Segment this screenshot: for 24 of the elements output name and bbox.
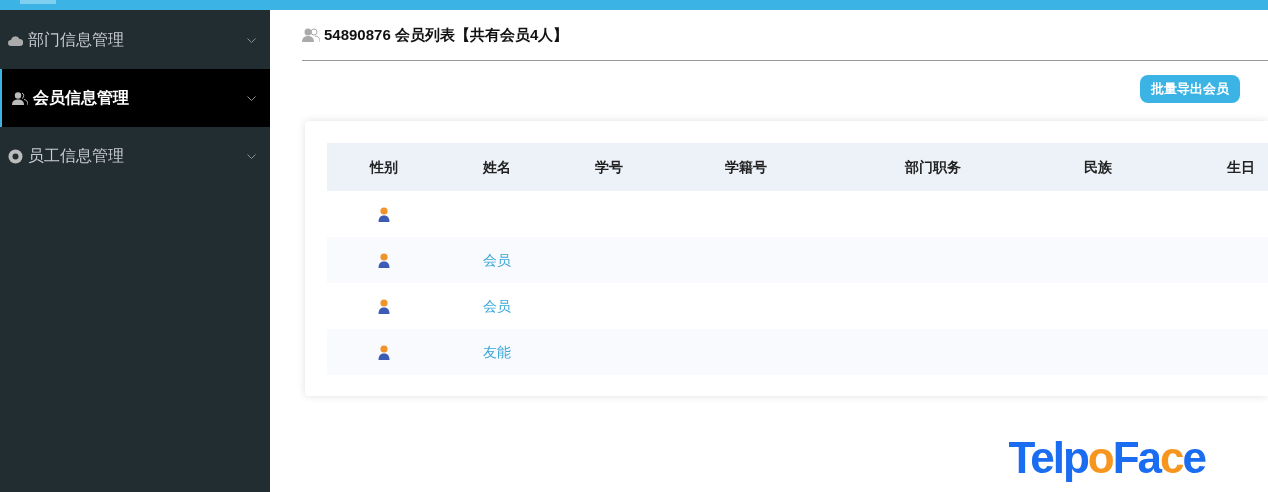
sidebar-item[interactable]: 会员信息管理 xyxy=(0,69,270,127)
users-icon xyxy=(302,28,320,42)
name-link[interactable]: 友能 xyxy=(482,341,511,363)
person-icon xyxy=(378,252,390,268)
column-header: 性别 xyxy=(370,157,398,177)
column-header: 学号 xyxy=(595,157,623,177)
logo: TelpoFace xyxy=(1008,436,1205,480)
name-link[interactable]: 会员 xyxy=(482,249,511,271)
person-icon xyxy=(378,298,390,314)
chevron-down-icon xyxy=(247,95,256,101)
name-link[interactable]: 会员 xyxy=(482,295,511,317)
column-header: 学籍号 xyxy=(725,157,767,177)
column-header: 部门职务 xyxy=(905,157,961,177)
chevron-down-icon xyxy=(247,153,256,159)
page-title: 54890876 会员列表【共有会员4人】 xyxy=(324,24,569,45)
column-header: 民族 xyxy=(1083,157,1112,177)
column-header: 生日 xyxy=(1227,157,1255,177)
users-icon xyxy=(12,91,28,105)
person-icon xyxy=(378,206,390,222)
cloud-icon xyxy=(8,34,23,46)
person-icon xyxy=(378,344,390,360)
column-header: 姓名 xyxy=(482,157,511,177)
export-button[interactable]: 批量导出会员 xyxy=(1140,75,1240,103)
chevron-down-icon xyxy=(247,37,256,43)
